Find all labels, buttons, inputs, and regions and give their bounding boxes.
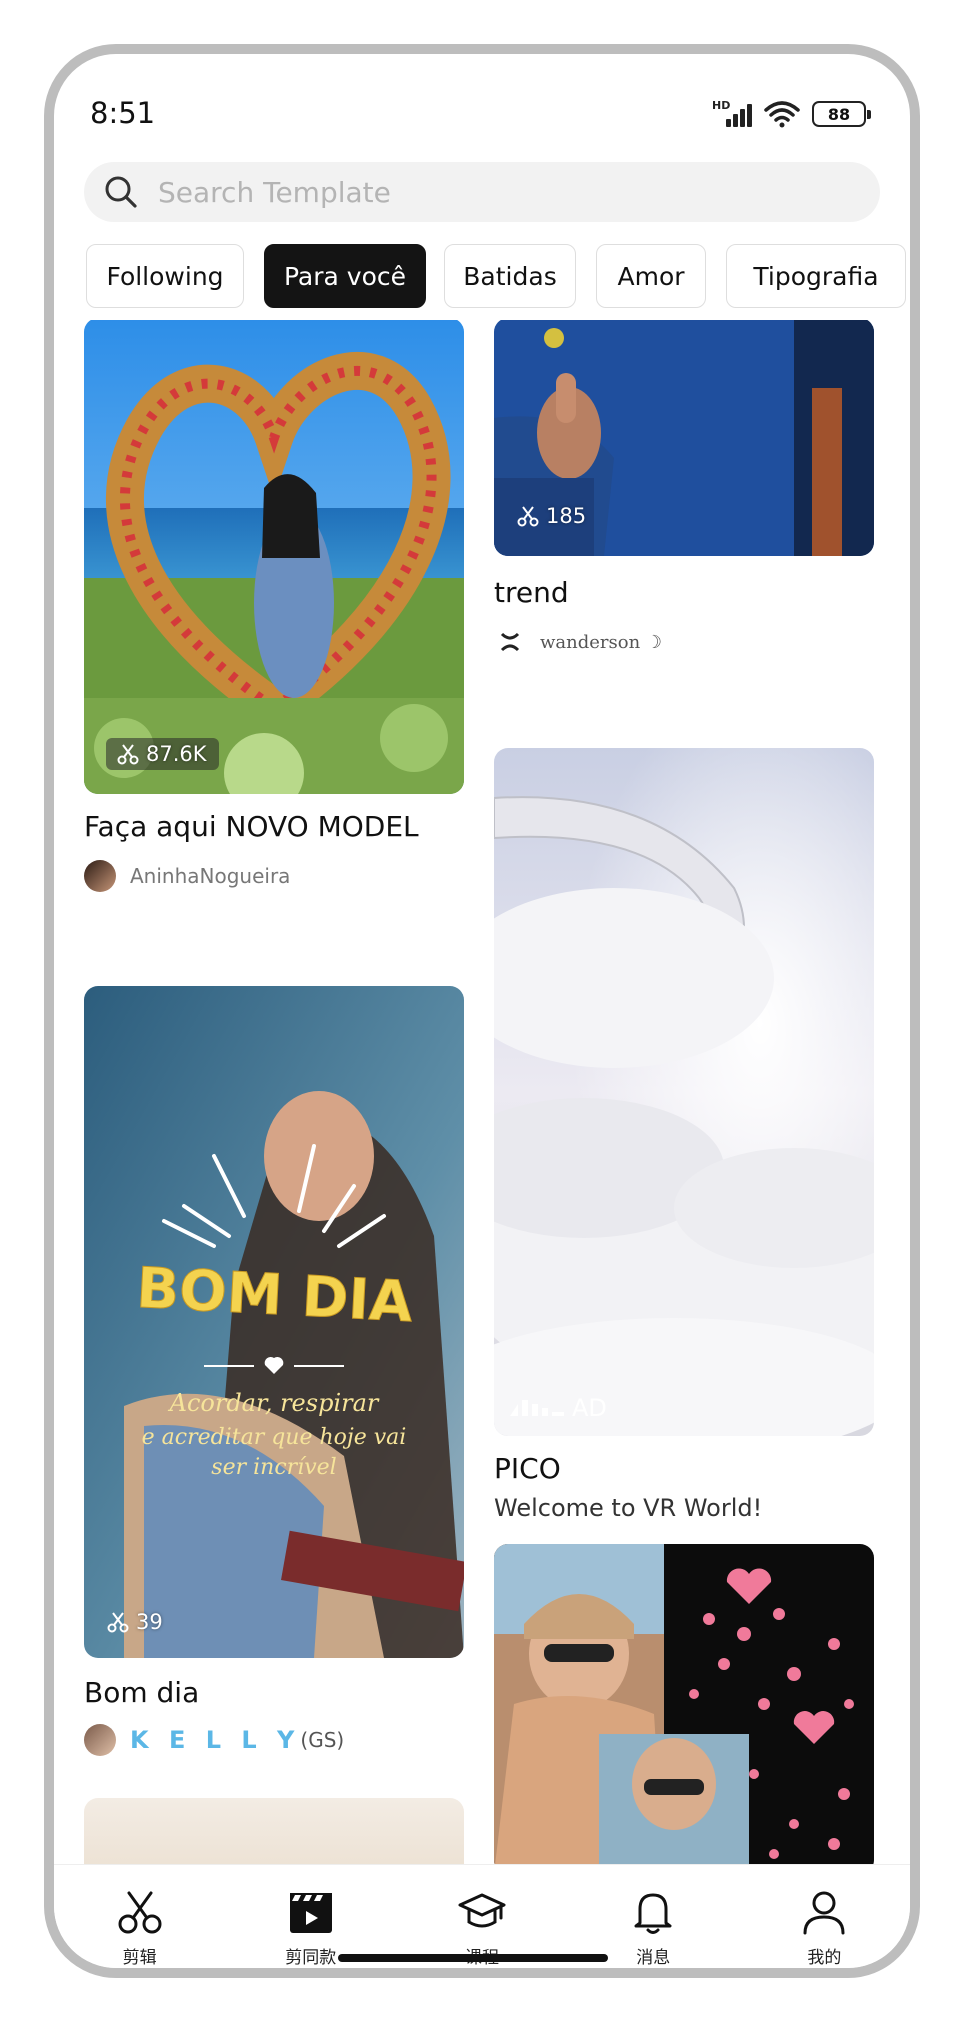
nav-label: 消息: [636, 1948, 671, 1968]
bom-dia-photo: BOM DIA Acordar, respirar e acreditar qu…: [84, 986, 464, 1658]
overlay-line-1: Acordar, respirar: [168, 1389, 380, 1417]
status-bar: 8:51 HD 88: [54, 54, 910, 154]
author-name: AninhaNogueira: [130, 864, 291, 888]
template-thumbnail[interactable]: [494, 1544, 874, 1864]
use-count-value: 39: [136, 1610, 163, 1634]
signal-icon: HD: [712, 99, 752, 127]
scissors-icon: [118, 1891, 162, 1934]
wifi-icon: [764, 101, 800, 128]
template-thumbnail[interactable]: 185: [494, 320, 874, 556]
template-thumbnail[interactable]: 87.6K: [84, 320, 464, 794]
heart-arch-photo: [84, 320, 464, 794]
template-author[interactable]: wanderson ☽: [494, 626, 662, 658]
use-count: 39: [106, 1610, 163, 1634]
graduation-cap-icon: [458, 1893, 506, 1928]
nav-label: 剪辑: [122, 1948, 157, 1968]
status-icons: HD 88: [712, 99, 871, 128]
template-thumbnail[interactable]: BOM DIA Acordar, respirar e acreditar qu…: [84, 986, 464, 1658]
status-time: 8:51: [90, 96, 156, 130]
ad-title[interactable]: PICO: [494, 1452, 561, 1485]
use-count: 185: [516, 504, 586, 528]
brand-logo-icon: [510, 1400, 564, 1416]
collage-photo: [494, 1544, 874, 1864]
vr-clouds-image: [494, 748, 874, 1436]
ad-subtitle: Welcome to VR World!: [494, 1494, 763, 1522]
search-input[interactable]: [158, 175, 758, 209]
home-indicator[interactable]: [338, 1954, 608, 1962]
avatar: [84, 1724, 116, 1756]
bell-icon: [634, 1893, 672, 1934]
template-author[interactable]: AninhaNogueira: [84, 860, 290, 892]
use-count-value: 87.6K: [146, 742, 207, 766]
category-tabs: Following Para você Batidas Amor Tipogra…: [86, 244, 910, 310]
ad-badge: AD: [510, 1394, 607, 1422]
template-feed: 87.6K Faça aqui NOVO MODEL AninhaNogueir…: [54, 320, 910, 1864]
tab-amor[interactable]: Amor: [596, 244, 706, 308]
template-author[interactable]: K E L L Y (GS): [84, 1724, 344, 1756]
user-icon: [803, 1891, 845, 1935]
author-name: wanderson ☽: [540, 631, 663, 653]
signal-label: HD: [712, 99, 731, 112]
avatar: [84, 860, 116, 892]
scissors-icon: [107, 1612, 129, 1633]
use-count-value: 185: [546, 504, 587, 528]
battery-icon: 88: [812, 101, 871, 127]
tab-batidas[interactable]: Batidas: [444, 244, 576, 308]
ad-label-text: AD: [572, 1394, 607, 1422]
battery-level: 88: [827, 104, 851, 124]
search-icon: [105, 176, 137, 208]
nav-profile[interactable]: 我的: [739, 1865, 910, 1968]
clapperboard-icon: [289, 1893, 332, 1933]
avatar: [494, 626, 526, 658]
overlay-line-3: ser incrível: [211, 1455, 336, 1480]
search-bar[interactable]: [84, 162, 880, 222]
tab-tipografia[interactable]: Tipografia: [726, 244, 906, 308]
template-title[interactable]: trend: [494, 576, 569, 609]
scissors-icon: [117, 744, 139, 765]
ad-thumbnail[interactable]: AD: [494, 748, 874, 1436]
nav-label: 我的: [807, 1948, 842, 1968]
nav-label: 剪同款: [285, 1948, 337, 1968]
template-thumbnail[interactable]: [84, 1798, 464, 1864]
template-title[interactable]: Bom dia: [84, 1676, 199, 1709]
author-suffix: (GS): [300, 1728, 345, 1752]
phone-screen: 8:51 HD 88 Following Para você Batidas: [44, 44, 920, 1978]
overlay-line-2: e acreditar que hoje vai: [142, 1425, 407, 1450]
template-title[interactable]: Faça aqui NOVO MODEL: [84, 810, 419, 843]
scissors-icon: [517, 506, 539, 527]
tab-following[interactable]: Following: [86, 244, 244, 308]
nav-edit[interactable]: 剪辑: [54, 1865, 225, 1968]
use-count: 87.6K: [106, 738, 219, 770]
tab-para-voce[interactable]: Para você: [264, 244, 426, 308]
author-name: K E L L Y: [130, 1726, 301, 1754]
